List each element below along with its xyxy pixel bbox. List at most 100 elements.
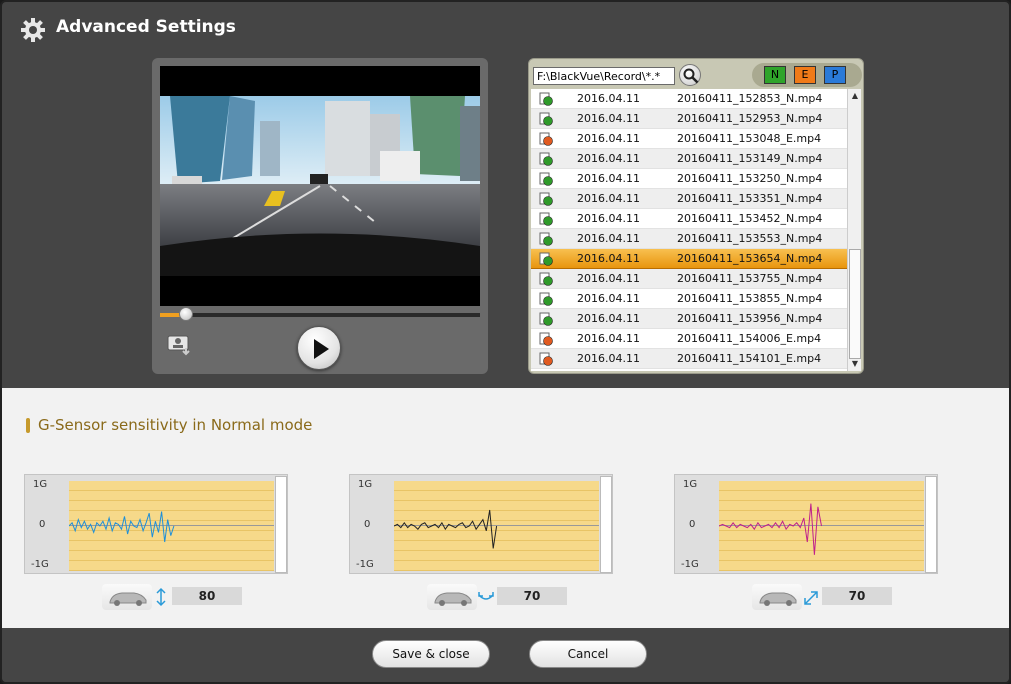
file-date: 2016.04.11 <box>577 252 640 265</box>
g-sensor-waveform <box>394 509 498 549</box>
car-icon <box>102 584 152 610</box>
file-row[interactable]: 2016.04.11 20160411_153351_N.mp4 <box>531 189 847 209</box>
file-row[interactable]: 2016.04.11 20160411_153755_N.mp4 <box>531 269 847 289</box>
path-input[interactable] <box>533 67 675 85</box>
seek-handle[interactable] <box>178 307 193 321</box>
graph-scroll-handle[interactable] <box>600 476 612 573</box>
seek-bar[interactable] <box>160 307 480 321</box>
normal-file-icon <box>539 112 553 126</box>
normal-file-icon <box>539 152 553 166</box>
file-row[interactable]: 2016.04.11 20160411_153048_E.mp4 <box>531 129 847 149</box>
file-list-panel: N E P 2016.04.1120160411_152853_N.mp4201… <box>528 58 864 374</box>
file-name: 20160411_152853_N.mp4 <box>677 92 823 105</box>
file-date: 2016.04.11 <box>577 352 640 365</box>
event-file-icon <box>539 332 553 346</box>
horizontal-arrow-icon <box>478 592 494 600</box>
file-date: 2016.04.11 <box>577 192 640 205</box>
advanced-settings-window: Advanced Settings F:\BlackVue\Record\*.*… <box>0 0 1011 684</box>
normal-file-icon <box>539 292 553 306</box>
video-still <box>160 96 480 276</box>
save-close-button[interactable]: Save & close <box>372 640 490 668</box>
play-button[interactable] <box>297 326 341 370</box>
axis-label-zero: 0 <box>39 519 46 530</box>
file-name: 20160411_154006_E.mp4 <box>677 332 822 345</box>
filter-event-button[interactable]: E <box>794 66 816 84</box>
footer: Save & close Cancel <box>2 628 1009 682</box>
file-row[interactable]: 2016.04.11 20160411_153654_N.mp4 <box>531 249 847 269</box>
file-name: 20160411_153351_N.mp4 <box>677 192 823 205</box>
g-sensor-waveform <box>69 511 175 543</box>
scroll-up-arrow[interactable]: ▲ <box>848 89 862 103</box>
file-row[interactable]: 2016.04.11 20160411_153452_N.mp4 <box>531 209 847 229</box>
file-row[interactable]: 2016.04.11 20160411_152953_N.mp4 <box>531 109 847 129</box>
cancel-button[interactable]: Cancel <box>529 640 647 668</box>
filter-normal-button[interactable]: N <box>764 66 786 84</box>
video-frame[interactable] <box>160 66 480 306</box>
file-date: 2016.04.11 <box>577 132 640 145</box>
file-date: 2016.04.11 <box>577 332 640 345</box>
file-name: 20160411_153452_N.mp4 <box>677 212 823 225</box>
scroll-down-arrow[interactable]: ▼ <box>848 357 862 371</box>
file-row[interactable]: 2016.04.11 20160411_154101_E.mp4 <box>531 349 847 369</box>
search-icon <box>683 68 699 84</box>
file-row[interactable]: 2016.04.11 20160411_153855_N.mp4 <box>531 289 847 309</box>
search-button[interactable] <box>679 64 701 86</box>
file-list: 2016.04.11 20160411_152853_N.mp4 2016.04.1… <box>531 89 847 371</box>
file-row[interactable]: 2016.04.11 20160411_153149_N.mp4 <box>531 149 847 169</box>
g-sensor-graph: 1G 0 -1G <box>674 474 938 574</box>
g-sensor-graph: 1G 0 -1G <box>349 474 613 574</box>
file-name: 20160411_153956_N.mp4 <box>677 312 823 325</box>
file-date: 2016.04.11 <box>577 172 640 185</box>
capture-button[interactable] <box>166 330 194 358</box>
file-row[interactable]: 2016.04.11 20160411_153250_N.mp4 <box>531 169 847 189</box>
normal-file-icon <box>539 92 553 106</box>
video-player <box>152 58 488 374</box>
axis-label-zero: 0 <box>364 519 371 530</box>
sensitivity-value[interactable]: 70 <box>822 587 892 605</box>
normal-file-icon <box>539 212 553 226</box>
scroll-thumb[interactable] <box>849 249 861 359</box>
file-name: 20160411_153149_N.mp4 <box>677 152 823 165</box>
axis-label-bottom: -1G <box>681 559 699 570</box>
normal-file-icon <box>539 172 553 186</box>
file-name: 20160411_153250_N.mp4 <box>677 172 823 185</box>
file-row[interactable]: 2016.04.11 20160411_153956_N.mp4 <box>531 309 847 329</box>
file-date: 2016.04.11 <box>577 152 640 165</box>
sensitivity-value[interactable]: 70 <box>497 587 567 605</box>
normal-file-icon <box>539 232 553 246</box>
file-name: 20160411_154101_E.mp4 <box>677 352 822 365</box>
graph-scroll-handle[interactable] <box>925 476 937 573</box>
vertical-arrow-icon <box>156 587 166 607</box>
axis-label-top: 1G <box>33 479 48 490</box>
filter-group: N E P <box>752 63 862 87</box>
sensitivity-value[interactable]: 80 <box>172 587 242 605</box>
file-date: 2016.04.11 <box>577 112 640 125</box>
normal-file-icon <box>539 192 553 206</box>
filter-parking-button[interactable]: P <box>824 66 846 84</box>
normal-file-icon <box>539 252 553 266</box>
axis-label-bottom: -1G <box>31 559 49 570</box>
axis-label-top: 1G <box>358 479 373 490</box>
file-name: 20160411_153855_N.mp4 <box>677 292 823 305</box>
car-icon <box>427 584 477 610</box>
g-sensor-waveform <box>719 503 822 555</box>
file-list-scrollbar[interactable]: ▲ ▼ <box>847 89 861 371</box>
file-row[interactable]: 2016.04.11 20160411_153553_N.mp4 <box>531 229 847 249</box>
file-name: 20160411_153755_N.mp4 <box>677 272 823 285</box>
window-title: Advanced Settings <box>56 17 236 37</box>
graph-scroll-handle[interactable] <box>275 476 287 573</box>
event-file-icon <box>539 352 553 366</box>
g-sensor-graph: 1G 0 -1G <box>24 474 288 574</box>
file-row[interactable]: 2016.04.11 20160411_154006_E.mp4 <box>531 329 847 349</box>
file-row[interactable]: 2016.04.11 20160411_152853_N.mp4 <box>531 89 847 109</box>
file-name: 20160411_153048_E.mp4 <box>677 132 822 145</box>
file-name: 20160411_153654_N.mp4 <box>677 252 823 265</box>
capture-icon <box>167 335 190 356</box>
file-date: 2016.04.11 <box>577 212 640 225</box>
event-file-icon <box>539 132 553 146</box>
axis-label-bottom: -1G <box>356 559 374 570</box>
play-icon <box>314 339 329 359</box>
file-date: 2016.04.11 <box>577 272 640 285</box>
car-icon <box>752 584 802 610</box>
file-date: 2016.04.11 <box>577 312 640 325</box>
